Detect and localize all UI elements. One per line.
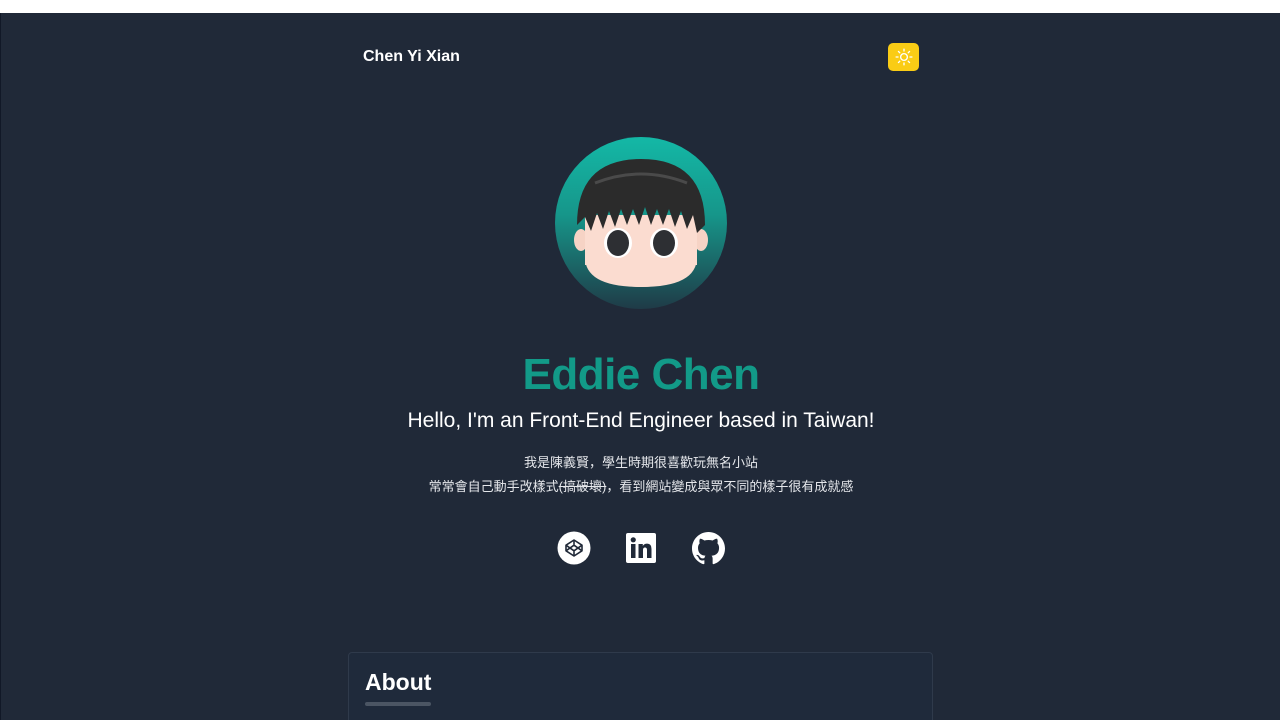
linkedin-link[interactable] <box>624 531 658 565</box>
social-links <box>557 531 725 565</box>
hero-tagline: Hello, I'm an Front-End Engineer based i… <box>407 409 875 432</box>
about-heading-underline <box>365 702 431 706</box>
site-name-link[interactable]: Chen Yi Xian <box>363 48 460 66</box>
header: Chen Yi Xian <box>363 43 919 75</box>
sun-icon <box>894 48 913 66</box>
hero-name: Eddie Chen <box>522 350 760 399</box>
bio-line-2: 常常會自己動手改樣式(搞破壞)，看到網站變成與眾不同的樣子很有成就感 <box>1 476 1280 495</box>
codepen-link[interactable] <box>557 531 591 565</box>
github-link[interactable] <box>691 531 725 565</box>
bio-strikethrough-text: (搞破壞) <box>558 479 607 494</box>
avatar <box>555 137 727 309</box>
github-icon <box>691 531 725 564</box>
bio-line-2-start: 常常會自己動手改樣式 <box>428 479 559 494</box>
linkedin-icon <box>626 533 656 563</box>
theme-toggle-button[interactable] <box>888 43 919 71</box>
bio-line-2-end: ，看到網站變成與眾不同的樣子很有成就感 <box>606 479 854 494</box>
page: Chen Yi Xian Eddie Chen Hello, I'm an Fr… <box>0 13 1280 720</box>
about-section: About <box>348 652 933 720</box>
about-heading: About <box>365 669 432 695</box>
codepen-icon <box>557 531 591 565</box>
bio-line-1: 我是陳義賢，學生時期很喜歡玩無名小站 <box>523 455 758 470</box>
